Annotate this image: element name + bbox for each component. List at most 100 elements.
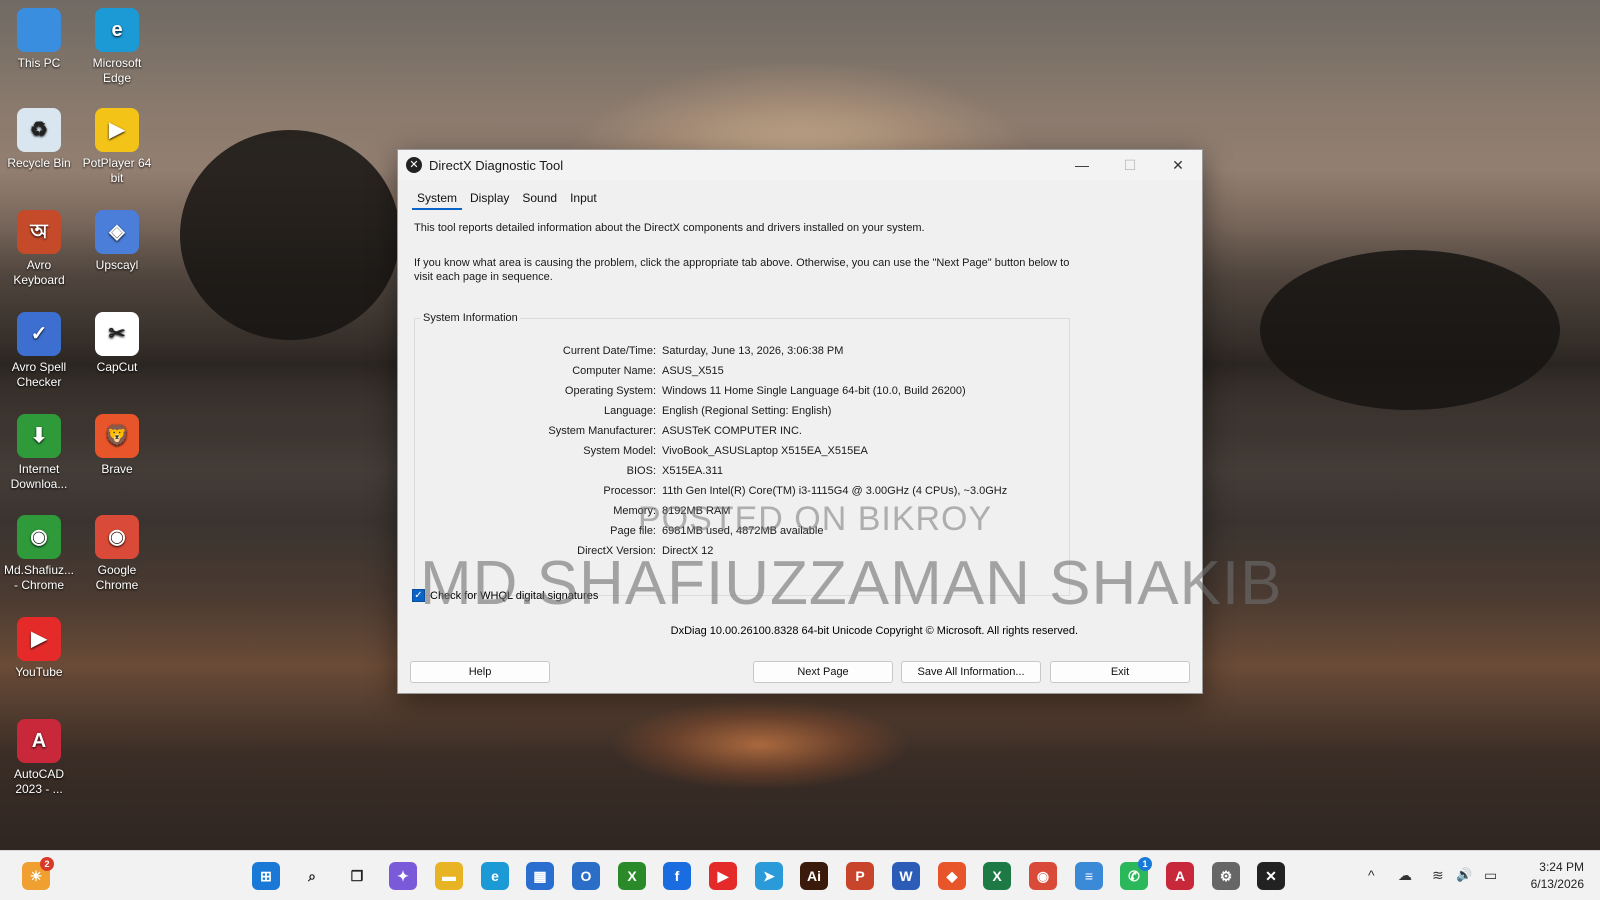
info-row: Language: English (Regional Setting: Engl… xyxy=(415,401,1055,421)
volume-icon[interactable]: 🔊 xyxy=(1456,867,1472,883)
desktop-icon-label: PotPlayer 64 bit xyxy=(82,156,152,185)
desktop-icon-label: Brave xyxy=(101,462,133,476)
desktop-icon[interactable]: অ Avro Keyboard xyxy=(1,210,77,288)
info-key: BIOS: xyxy=(626,465,656,477)
desktop-icon-label: Md.Shafiuz... - Chrome xyxy=(3,563,75,592)
title-bar[interactable]: ✕ DirectX Diagnostic Tool — ☐ ✕ xyxy=(398,150,1202,180)
info-key: Processor: xyxy=(603,485,656,497)
facebook-icon[interactable]: f xyxy=(663,862,691,890)
info-row: Operating System: Windows 11 Home Single … xyxy=(415,381,1055,401)
watermark-name: MD.SHAFIUZZAMAN SHAKIB xyxy=(420,549,1283,618)
idm-icon: ⬇ xyxy=(17,414,61,458)
excel-icon[interactable]: X xyxy=(983,862,1011,890)
desktop-icon[interactable]: ◉ Google Chrome xyxy=(79,515,155,593)
directx-icon: ✕ xyxy=(406,157,422,173)
minimize-button[interactable]: — xyxy=(1058,150,1106,180)
desktop-icon-label: This PC xyxy=(17,56,61,70)
desktop-icon[interactable]: ✂ CapCut xyxy=(79,312,155,375)
clock[interactable]: 3:24 PM 6/13/2026 xyxy=(1531,859,1584,893)
youtube-icon: ▶ xyxy=(17,617,61,661)
battery-icon[interactable]: ▭ xyxy=(1484,867,1497,884)
xbox-icon[interactable]: X xyxy=(618,862,646,890)
illustrator-icon[interactable]: Ai xyxy=(800,862,828,890)
maximize-button[interactable]: ☐ xyxy=(1106,150,1154,180)
desktop-icon[interactable]: 🦁 Brave xyxy=(79,414,155,477)
tab-system[interactable]: System xyxy=(412,190,463,210)
info-key: Computer Name: xyxy=(572,365,656,377)
settings-icon[interactable]: ⚙ xyxy=(1212,862,1240,890)
exit-button[interactable]: Exit xyxy=(1050,661,1190,683)
desktop-icon-label: Avro Spell Checker xyxy=(11,360,67,389)
intro-instructions: If you know what area is causing the pro… xyxy=(414,257,1070,283)
edge-icon[interactable]: e xyxy=(481,862,509,890)
desktop-icon[interactable]: ▶ PotPlayer 64 bit xyxy=(79,108,155,186)
store-icon[interactable]: ▦ xyxy=(526,862,554,890)
help-button[interactable]: Help xyxy=(410,661,550,683)
copilot-icon[interactable]: ✦ xyxy=(389,862,417,890)
autocad-icon[interactable]: A xyxy=(1166,862,1194,890)
chrome-icon[interactable]: ◉ xyxy=(1029,862,1057,890)
info-value: ASUSTeK COMPUTER INC. xyxy=(662,425,802,437)
desktop-icon-label: Google Chrome xyxy=(95,563,139,592)
clock-time: 3:24 PM xyxy=(1539,860,1584,874)
onedrive-icon[interactable]: ☁ xyxy=(1398,867,1412,884)
monitor-icon xyxy=(17,8,61,52)
file-explorer-icon[interactable]: ▬ xyxy=(435,862,463,890)
desktop-icon[interactable]: ◈ Upscayl xyxy=(79,210,155,273)
info-value: English (Regional Setting: English) xyxy=(662,405,832,417)
brave-icon: 🦁 xyxy=(95,414,139,458)
desktop-icon-label: CapCut xyxy=(96,360,138,374)
upscayl-icon: ◈ xyxy=(95,210,139,254)
youtube-icon[interactable]: ▶ xyxy=(709,862,737,890)
desktop-icon[interactable]: This PC xyxy=(1,8,77,71)
notification-badge: 2 xyxy=(40,857,54,871)
telegram-icon[interactable]: ➤ xyxy=(755,862,783,890)
close-button[interactable]: ✕ xyxy=(1154,150,1202,180)
search-icon[interactable]: ⌕ xyxy=(298,862,326,890)
widgets-icon[interactable]: ☀ 2 xyxy=(22,857,54,890)
next-page-button[interactable]: Next Page xyxy=(753,661,893,683)
whatsapp-badge: 1 xyxy=(1138,857,1152,871)
tab-display[interactable]: Display xyxy=(465,190,514,210)
tab-input[interactable]: Input xyxy=(565,190,602,210)
powerpoint-icon[interactable]: P xyxy=(846,862,874,890)
info-row: BIOS: X515EA.311 xyxy=(415,461,1055,481)
start-icon[interactable]: ⊞ xyxy=(252,862,280,890)
tray-overflow-icon[interactable]: ^ xyxy=(1368,867,1375,883)
chrome-icon: ◉ xyxy=(95,515,139,559)
info-key: Language: xyxy=(604,405,656,417)
desktop-icon[interactable]: ◉ Md.Shafiuz... - Chrome xyxy=(1,515,77,593)
brave-icon[interactable]: ◆ xyxy=(938,862,966,890)
directx-icon[interactable]: ✕ xyxy=(1257,862,1285,890)
desktop-icon[interactable]: A AutoCAD 2023 - ... xyxy=(1,719,77,797)
tree-silhouette xyxy=(1260,250,1560,410)
taskbar: ☀ 2 ⊞ ⌕ ❐ ✦ ▬ e ▦ O Xf ▶ ➤ Ai P W ◆ X ◉ ≡ ✆ 1 A ⚙ ✕ ^ ☁ ≋ 🔊 ▭ … xyxy=(0,850,1600,900)
wifi-icon[interactable]: ≋ xyxy=(1432,867,1444,884)
word-icon[interactable]: W xyxy=(892,862,920,890)
intro-text: This tool reports detailed information a… xyxy=(414,222,925,234)
outlook-icon[interactable]: O xyxy=(572,862,600,890)
desktop-icon[interactable]: e Microsoft Edge xyxy=(79,8,155,86)
task-view-icon[interactable]: ❐ xyxy=(343,862,371,890)
save-all-information-button[interactable]: Save All Information... xyxy=(901,661,1041,683)
desktop-icon[interactable]: ⬇ Internet Downloa... xyxy=(1,414,77,492)
desktop-icon[interactable]: ✓ Avro Spell Checker xyxy=(1,312,77,390)
info-value: VivoBook_ASUSLaptop X515EA_X515EA xyxy=(662,445,868,457)
desktop-icon-label: Upscayl xyxy=(95,258,139,272)
desktop-icon[interactable]: ♻ Recycle Bin xyxy=(1,108,77,171)
window-title: DirectX Diagnostic Tool xyxy=(429,157,564,173)
tree-silhouette xyxy=(180,130,400,340)
notepad-icon[interactable]: ≡ xyxy=(1075,862,1103,890)
desktop-icon[interactable]: ▶ YouTube xyxy=(1,617,77,680)
info-row: Processor: 11th Gen Intel(R) Core(TM) i3-… xyxy=(415,481,1055,501)
whatsapp-icon[interactable]: ✆ 1 xyxy=(1120,857,1152,890)
tab-sound[interactable]: Sound xyxy=(517,190,562,210)
desktop-icon-label: AutoCAD 2023 - ... xyxy=(13,767,65,796)
edge-icon: e xyxy=(95,8,139,52)
recycle-bin-icon: ♻ xyxy=(17,108,61,152)
tab-content: This tool reports detailed information a… xyxy=(398,222,1202,596)
autocad-icon: A xyxy=(17,719,61,763)
copyright-text: DxDiag 10.00.26100.8328 64-bit Unicode C… xyxy=(670,625,1078,637)
info-row: Current Date/Time: Saturday, June 13, 202… xyxy=(415,341,1055,361)
tab-strip: System Display Sound Input xyxy=(398,180,1202,210)
